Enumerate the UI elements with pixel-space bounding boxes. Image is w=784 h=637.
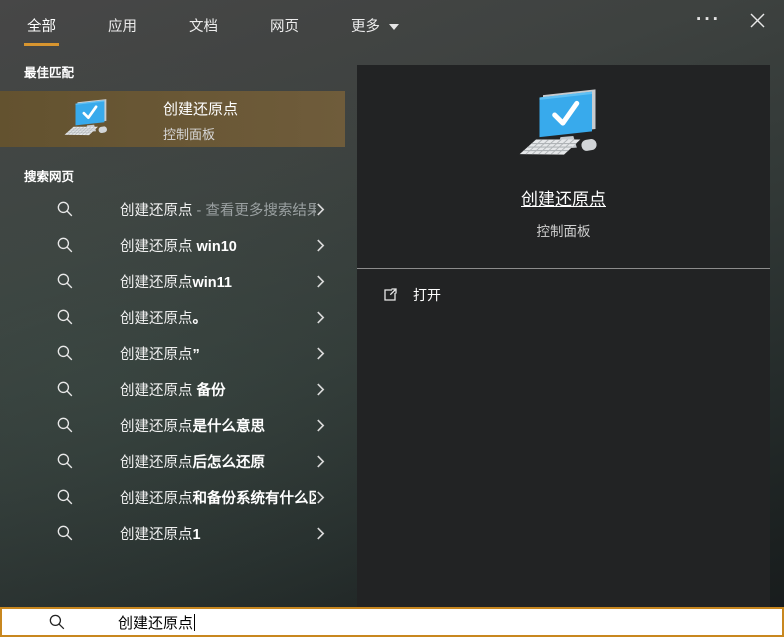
web-search-header: 搜索网页 xyxy=(0,147,345,185)
search-icon xyxy=(56,308,74,326)
tab-all[interactable]: 全部 xyxy=(24,15,59,46)
tab-apps-label: 应用 xyxy=(108,15,137,36)
preview-panel: 创建还原点 控制面板 打开 xyxy=(357,65,770,607)
web-search-suggestion[interactable]: 创建还原点 备份 xyxy=(0,371,345,407)
open-action-label: 打开 xyxy=(413,285,441,305)
tab-documents[interactable]: 文档 xyxy=(186,15,221,43)
tab-documents-label: 文档 xyxy=(189,15,218,36)
text-cursor xyxy=(194,614,195,631)
windows-search-flyout: 全部 应用 文档 网页 更多 ··· 最佳匹配 创建还原点 xyxy=(0,0,784,637)
chevron-right-icon[interactable] xyxy=(316,490,325,505)
search-icon xyxy=(56,488,74,506)
suggestion-text: 创建还原点是什么意思 xyxy=(120,415,265,436)
window-controls: ··· xyxy=(696,10,766,30)
preview-subtitle: 控制面板 xyxy=(357,220,770,240)
best-match-subtitle: 控制面板 xyxy=(163,124,238,143)
chevron-right-icon[interactable] xyxy=(316,238,325,253)
tab-more-label: 更多 xyxy=(351,15,380,36)
search-input[interactable]: 创建还原点 xyxy=(0,607,784,637)
close-icon[interactable] xyxy=(749,12,766,29)
search-filter-tabs: 全部 应用 文档 网页 更多 xyxy=(0,0,784,55)
web-search-suggestion[interactable]: 创建还原点1 xyxy=(0,515,345,551)
pc-check-icon xyxy=(515,87,613,164)
web-search-suggestion[interactable]: 创建还原点后怎么还原 xyxy=(0,443,345,479)
search-icon xyxy=(56,200,74,218)
web-search-suggestion[interactable]: 创建还原点。 xyxy=(0,299,345,335)
preview-title: 创建还原点 xyxy=(357,185,770,210)
tab-web-label: 网页 xyxy=(270,15,299,36)
suggestion-text: 创建还原点。 xyxy=(120,307,207,328)
chevron-right-icon[interactable] xyxy=(316,382,325,397)
suggestion-text: 创建还原点后怎么还原 xyxy=(120,451,265,472)
suggestion-text: 创建还原点” xyxy=(120,343,200,364)
search-icon xyxy=(56,380,74,398)
tab-apps[interactable]: 应用 xyxy=(105,15,140,43)
chevron-right-icon[interactable] xyxy=(316,274,325,289)
chevron-right-icon[interactable] xyxy=(316,418,325,433)
open-action[interactable]: 打开 xyxy=(357,285,770,305)
chevron-right-icon[interactable] xyxy=(316,526,325,541)
web-search-suggestion[interactable]: 创建还原点” xyxy=(0,335,345,371)
suggestion-text: 创建还原点 win10 xyxy=(120,235,237,256)
search-icon xyxy=(56,524,74,542)
chevron-right-icon[interactable] xyxy=(316,310,325,325)
chevron-right-icon[interactable] xyxy=(316,202,325,217)
web-search-suggestion[interactable]: 创建还原点win11 xyxy=(0,263,345,299)
search-icon xyxy=(56,236,74,254)
suggestion-text: 创建还原点和备份系统有什么区别 xyxy=(120,487,316,508)
best-match-text: 创建还原点 控制面板 xyxy=(163,100,238,143)
web-search-suggestion[interactable]: 创建还原点是什么意思 xyxy=(0,407,345,443)
chevron-down-icon xyxy=(389,24,399,30)
divider xyxy=(357,268,770,269)
search-icon xyxy=(56,452,74,470)
tab-more[interactable]: 更多 xyxy=(348,15,402,43)
best-match-header: 最佳匹配 xyxy=(0,55,345,81)
web-search-suggestion[interactable]: 创建还原点 - 查看更多搜索结果 xyxy=(0,191,345,227)
more-options-icon[interactable]: ··· xyxy=(696,10,721,30)
search-icon xyxy=(56,416,74,434)
search-icon xyxy=(56,344,74,362)
results-column: 最佳匹配 创建还原点 控制面板 搜索网页 创建还原点 - 查看更多搜索结果 xyxy=(0,55,345,607)
search-icon xyxy=(56,272,74,290)
suggestion-text: 创建还原点 备份 xyxy=(120,379,226,400)
web-search-suggestion[interactable]: 创建还原点 win10 xyxy=(0,227,345,263)
pc-check-icon xyxy=(62,97,116,141)
suggestion-text: 创建还原点1 xyxy=(120,523,201,544)
tab-web[interactable]: 网页 xyxy=(267,15,302,43)
tab-all-label: 全部 xyxy=(27,15,56,36)
web-search-suggestion[interactable]: 创建还原点和备份系统有什么区别 xyxy=(0,479,345,515)
chevron-right-icon[interactable] xyxy=(316,454,325,469)
search-query-text: 创建还原点 xyxy=(118,612,193,633)
best-match-title: 创建还原点 xyxy=(163,100,238,120)
suggestion-text: 创建还原点win11 xyxy=(120,271,232,292)
best-match-result[interactable]: 创建还原点 控制面板 xyxy=(0,91,345,147)
open-external-icon xyxy=(382,287,398,303)
web-search-list: 创建还原点 - 查看更多搜索结果 创建还原点 win10 xyxy=(0,191,345,551)
chevron-right-icon[interactable] xyxy=(316,346,325,361)
search-icon xyxy=(48,613,66,631)
suggestion-text: 创建还原点 - 查看更多搜索结果 xyxy=(120,199,316,220)
